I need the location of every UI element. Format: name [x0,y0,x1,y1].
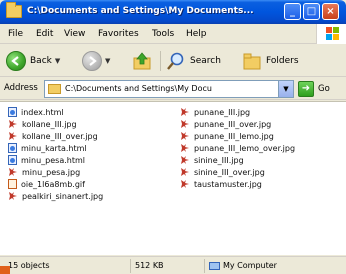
file-name: kollane_III.jpg [22,119,77,129]
windows-logo-icon [316,24,346,44]
file-item[interactable]: minu_pesa.jpg [8,166,103,178]
file-column-right: punane_III.jpg punane_III_over.jpg punane_… [180,106,295,190]
file-name: punane_III.jpg [194,107,251,117]
search-button[interactable]: Search [166,49,221,73]
up-folder-button[interactable] [132,49,152,73]
address-input[interactable]: C:\Documents and Settings\My Docu ▼ [44,80,294,98]
file-name: minu_karta.html [21,143,87,153]
file-name: punane_III_lemo_over.jpg [194,143,296,153]
menu-view[interactable]: View [64,29,85,39]
file-item[interactable]: pealkiri_sinanert.jpg [8,190,103,202]
file-name: sinine_III_over.jpg [194,167,265,177]
minimize-button[interactable]: _ [284,3,301,20]
file-name: minu_pesa.html [21,155,85,165]
file-name: kollane_III_over.jpg [22,131,98,141]
image-file-icon [180,131,190,141]
address-value[interactable]: C:\Documents and Settings\My Docu [65,84,275,93]
menu-help[interactable]: Help [186,29,207,39]
status-size: 512 KB [130,259,200,273]
file-item[interactable]: kollane_III.jpg [8,118,103,130]
status-location-label: My Computer [223,261,277,270]
file-list[interactable]: index.html kollane_III.jpg kollane_III_ove… [0,101,346,255]
image-file-icon [8,191,18,201]
file-item[interactable]: punane_III_lemo_over.jpg [180,142,295,154]
file-name: oie_1l6a8mb.gif [21,179,85,189]
file-name: pealkiri_sinanert.jpg [22,191,104,201]
image-file-icon [180,107,190,117]
forward-dropdown-icon[interactable]: ▼ [105,57,110,65]
forward-arrow-icon [82,51,102,71]
my-computer-icon [209,261,220,270]
window-title: C:\Documents and Settings\My Documents..… [27,6,254,16]
html-file-icon [8,155,17,165]
forward-button[interactable]: ▼ [82,49,110,73]
file-name: sinine_III.jpg [194,155,244,165]
go-arrow-icon: ➜ [298,81,314,97]
toolbar-separator [160,51,161,71]
folder-icon [6,2,22,18]
address-folder-icon [48,84,61,94]
address-label: Address [4,83,38,93]
back-label: Back [30,56,52,66]
explorer-window: C:\Documents and Settings\My Documents..… [0,0,346,274]
file-item[interactable]: minu_pesa.html [8,154,103,166]
menu-edit[interactable]: Edit [36,29,53,39]
address-bar: Address C:\Documents and Settings\My Doc… [0,78,346,100]
status-object-count: 15 objects [8,261,50,270]
file-item[interactable]: minu_karta.html [8,142,103,154]
taskbar-edge [0,266,10,274]
search-icon [167,52,184,70]
image-file-icon [180,179,190,189]
file-item[interactable]: oie_1l6a8mb.gif [8,178,103,190]
go-label: Go [318,84,330,94]
file-name: minu_pesa.jpg [22,167,81,177]
file-name: index.html [21,107,64,117]
go-button[interactable]: ➜ Go [298,80,330,98]
image-file-icon [180,167,190,177]
search-label: Search [190,56,221,66]
status-bar: 15 objects 512 KB My Computer [0,256,346,274]
file-column-left: index.html kollane_III.jpg kollane_III_ove… [8,106,103,202]
image-file-icon [8,167,18,177]
file-item[interactable]: punane_III_lemo.jpg [180,130,295,142]
maximize-button[interactable]: □ [303,3,320,20]
menu-favorites[interactable]: Favorites [98,29,139,39]
image-file-icon [8,119,18,129]
image-file-icon [8,131,18,141]
toolbar: Back ▼ ▼ Search Folders [0,45,346,77]
file-item[interactable]: kollane_III_over.jpg [8,130,103,142]
status-location: My Computer [204,259,344,273]
title-bar[interactable]: C:\Documents and Settings\My Documents..… [0,0,346,24]
close-button[interactable]: × [322,3,339,20]
gif-file-icon [8,179,17,189]
up-folder-icon [133,52,151,70]
address-dropdown-icon[interactable]: ▼ [278,81,293,97]
html-file-icon [8,143,17,153]
back-arrow-icon [6,51,26,71]
image-file-icon [180,119,190,129]
file-item[interactable]: punane_III.jpg [180,106,295,118]
file-item[interactable]: punane_III_over.jpg [180,118,295,130]
file-item[interactable]: sinine_III_over.jpg [180,166,295,178]
file-name: punane_III_over.jpg [194,119,272,129]
menu-file[interactable]: File [8,29,23,39]
folders-icon [243,53,261,70]
image-file-icon [180,155,190,165]
back-dropdown-icon[interactable]: ▼ [55,57,60,65]
back-button[interactable]: Back ▼ [6,49,60,73]
file-name: taustamuster.jpg [194,179,262,189]
image-file-icon [180,143,190,153]
file-item[interactable]: index.html [8,106,103,118]
menu-tools[interactable]: Tools [152,29,174,39]
file-item[interactable]: taustamuster.jpg [180,178,295,190]
file-item[interactable]: sinine_III.jpg [180,154,295,166]
file-name: punane_III_lemo.jpg [194,131,274,141]
folders-button[interactable]: Folders [242,49,299,73]
html-file-icon [8,107,17,117]
menu-bar: File Edit View Favorites Tools Help [0,24,346,44]
folders-label: Folders [266,56,299,66]
